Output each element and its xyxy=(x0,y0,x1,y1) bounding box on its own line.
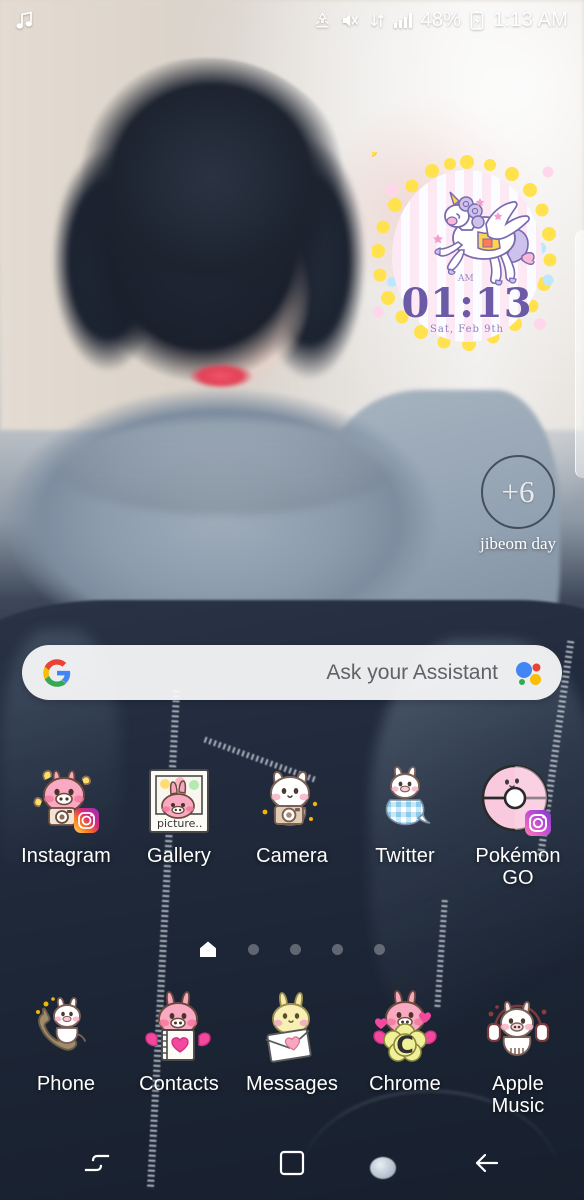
navigation-bar xyxy=(0,1130,584,1200)
contacts-rabbit-book-icon[interactable] xyxy=(140,990,218,1068)
battery-percent: 48% xyxy=(420,8,462,31)
app-gallery[interactable]: picture.. Gallery xyxy=(127,762,231,889)
app-chrome[interactable]: C Chrome xyxy=(353,990,457,1117)
recents-button[interactable] xyxy=(0,1130,195,1200)
home-icon xyxy=(278,1149,306,1182)
app-label: Twitter xyxy=(375,845,435,867)
app-apple-music[interactable]: Apple Music xyxy=(466,990,570,1117)
app-label: Camera xyxy=(256,845,328,867)
battery-charging-icon xyxy=(470,10,484,30)
app-label: Messages xyxy=(246,1073,338,1095)
pokemon-go-pokeball-icon[interactable] xyxy=(479,762,557,840)
jibeom-day-widget[interactable]: +6 jibeom day xyxy=(478,455,558,565)
app-contacts[interactable]: Contacts xyxy=(127,990,231,1117)
signal-bars-icon xyxy=(393,12,412,28)
home-page-icon[interactable] xyxy=(199,940,217,958)
camera-cat-icon[interactable] xyxy=(253,762,331,840)
counter-label: jibeom day xyxy=(479,534,556,553)
page-indicator[interactable] xyxy=(0,940,584,958)
back-arrow-icon xyxy=(472,1148,502,1183)
google-assistant-icon[interactable] xyxy=(514,659,542,687)
svg-text:C: C xyxy=(396,1031,414,1059)
chrome-rabbit-flower-icon[interactable]: C xyxy=(366,990,444,1068)
counter-value: +6 xyxy=(501,474,535,509)
app-camera[interactable]: Camera xyxy=(240,762,344,889)
back-button[interactable] xyxy=(389,1130,584,1200)
app-label: Instagram xyxy=(21,845,111,867)
unicorn-clock-widget[interactable]: AM 01:13 Sat, Feb 9th xyxy=(372,152,562,360)
app-twitter[interactable]: Twitter xyxy=(353,762,457,889)
page-dot[interactable] xyxy=(290,943,301,955)
data-transfer-icon xyxy=(370,11,385,30)
status-bar-clock: 1:13 AM xyxy=(493,8,568,31)
app-label: Phone xyxy=(36,1073,96,1095)
mute-vibrate-icon xyxy=(341,11,361,30)
app-label: Apple Music xyxy=(491,1073,545,1117)
app-label: Contacts xyxy=(139,1073,219,1095)
app-instagram[interactable]: Instagram xyxy=(14,762,118,889)
app-phone[interactable]: Phone xyxy=(14,990,118,1117)
app-label: Gallery xyxy=(146,845,212,867)
home-button[interactable] xyxy=(195,1130,390,1200)
app-row-1: Instagram picture.. Gallery Camera Twitt… xyxy=(0,762,584,889)
gallery-caption: picture.. xyxy=(157,817,202,830)
instagram-kanahei-icon[interactable] xyxy=(27,762,105,840)
apple-music-pig-headphones-icon[interactable] xyxy=(479,990,557,1068)
data-saver-icon xyxy=(313,11,332,30)
google-g-icon[interactable] xyxy=(42,658,72,688)
recents-icon xyxy=(82,1148,112,1183)
app-pokemon-go[interactable]: Pokémon GO xyxy=(466,762,570,889)
music-note-icon xyxy=(16,10,33,30)
google-search-bar[interactable]: Ask your Assistant xyxy=(22,645,562,700)
app-messages[interactable]: Messages xyxy=(240,990,344,1117)
clock-time: 01:13 xyxy=(401,280,533,327)
page-dot[interactable] xyxy=(332,943,343,955)
clock-date: Sat, Feb 9th xyxy=(430,324,504,335)
page-dot[interactable] xyxy=(248,943,259,955)
twitter-cat-bubble-icon[interactable] xyxy=(366,762,444,840)
page-dot[interactable] xyxy=(374,943,385,955)
gallery-polaroid-icon[interactable]: picture.. xyxy=(140,762,218,840)
status-bar[interactable]: 48% 1:13 AM xyxy=(0,0,584,40)
app-label: Pokémon GO xyxy=(475,845,561,889)
counter-circle[interactable]: +6 xyxy=(481,455,555,529)
app-row-2: Phone Contacts Messages C Chrome Apple M… xyxy=(0,990,584,1117)
search-input[interactable]: Ask your Assistant xyxy=(326,661,498,685)
messages-cat-envelope-icon[interactable] xyxy=(253,990,331,1068)
phone-cat-handset-icon[interactable] xyxy=(27,990,105,1068)
home-screen: 48% 1:13 AM AM 01:13 Sat, Feb 9th +6 jib… xyxy=(0,0,584,1200)
edge-panel-handle[interactable] xyxy=(575,230,584,478)
app-label: Chrome xyxy=(369,1073,441,1095)
